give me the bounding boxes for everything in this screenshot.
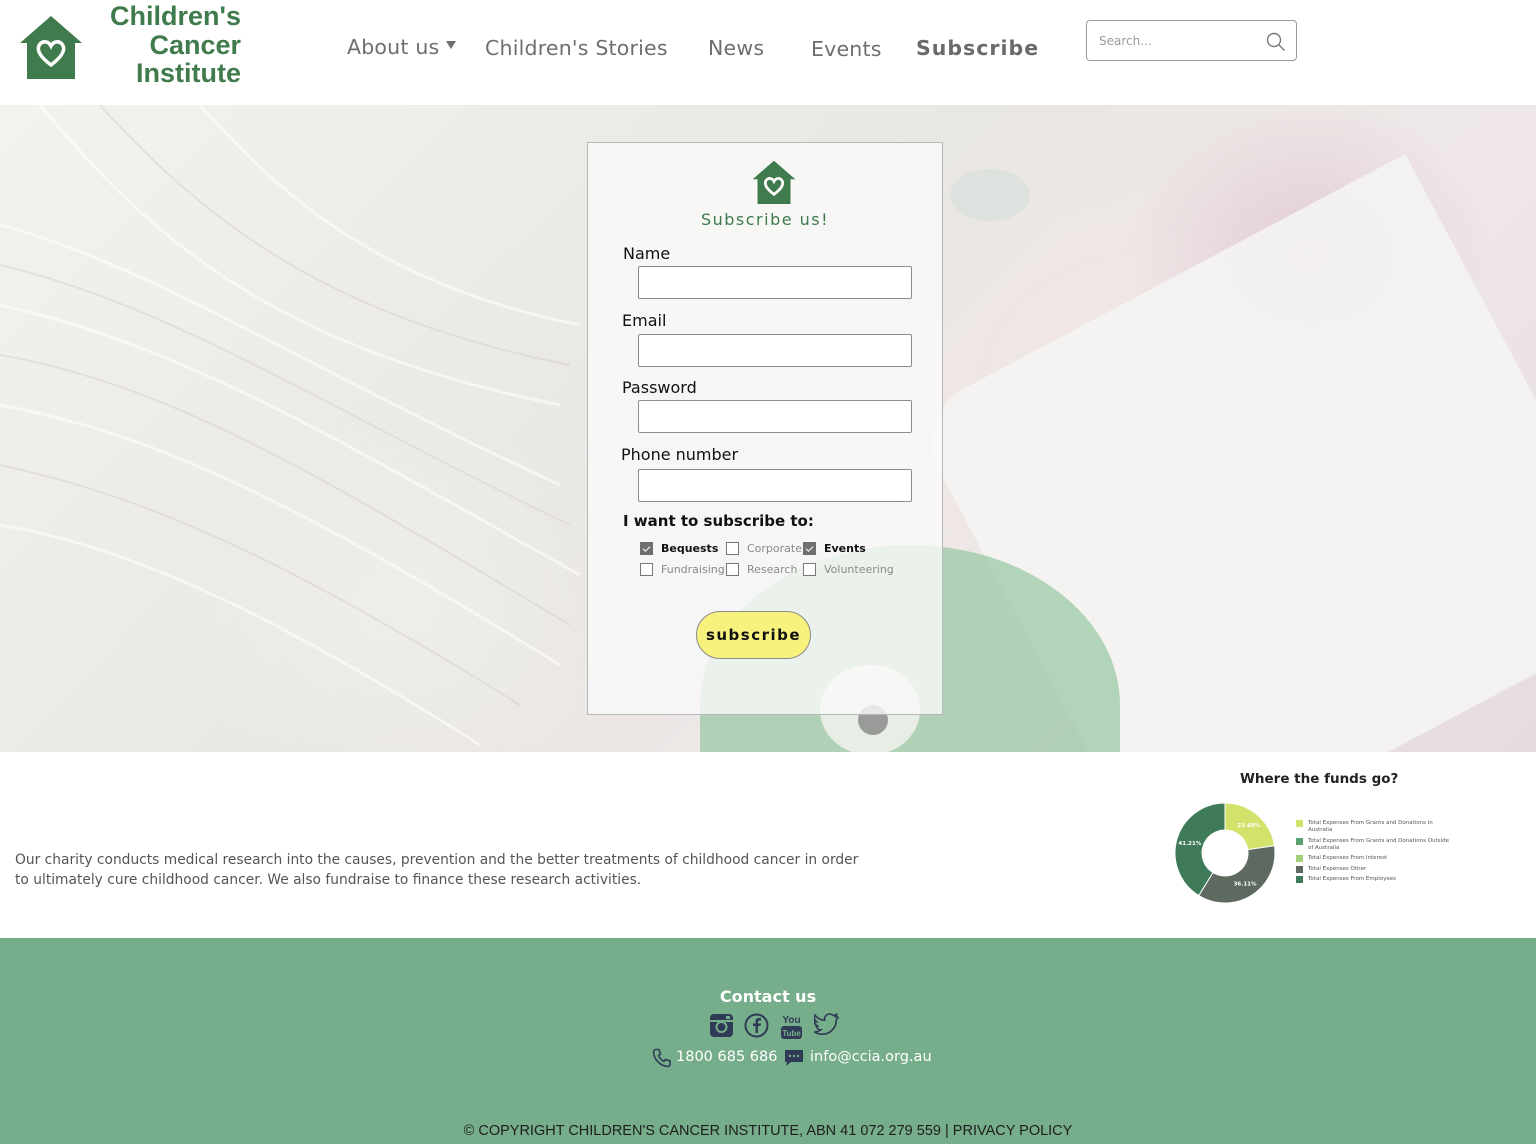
site-logo[interactable]: Children's Cancer Institute xyxy=(19,2,241,88)
search-input[interactable] xyxy=(1099,31,1259,51)
phone-icon xyxy=(652,1048,671,1068)
charity-description: Our charity conducts medical research in… xyxy=(15,852,859,888)
slice-label: 36.11% xyxy=(1234,881,1257,887)
search-icon[interactable] xyxy=(1266,32,1286,52)
legend-swatch xyxy=(1296,837,1303,845)
checkbox-checked[interactable] xyxy=(640,542,653,555)
name-label: Name xyxy=(623,244,671,263)
legend-label: Total Expenses From Grants and Donations… xyxy=(1308,837,1450,851)
nav-childrens-stories[interactable]: Children's Stories xyxy=(485,36,668,60)
instagram-icon[interactable] xyxy=(709,1013,734,1038)
checkbox-events[interactable]: Events xyxy=(803,542,866,555)
checkbox-volunteering[interactable]: Volunteering xyxy=(803,563,894,576)
nav-news[interactable]: News xyxy=(708,36,764,60)
checkbox-unchecked[interactable] xyxy=(726,542,739,555)
legend-label: Total Expenses From Interest xyxy=(1308,855,1388,861)
funds-chart: Where the funds go? 22.68% 36.11% 41.21% T… xyxy=(1170,768,1460,928)
logo-line: Institute xyxy=(136,58,241,88)
site-footer: Contact us You Tube 1800 685 686 info@cc… xyxy=(0,938,1536,1144)
phone-label: Phone number xyxy=(621,445,739,464)
subscribe-button[interactable]: subscribe xyxy=(696,611,811,659)
checkbox-unchecked[interactable] xyxy=(803,563,816,576)
legend-item: Total Expenses Other xyxy=(1296,865,1456,873)
subscribe-form: Subscribe us! Name Email Password Phone … xyxy=(587,142,943,715)
checkbox-unchecked[interactable] xyxy=(640,563,653,576)
checkbox-label: Events xyxy=(824,542,866,555)
checkbox-research[interactable]: Research xyxy=(726,563,797,576)
password-label: Password xyxy=(622,378,697,397)
nav-subscribe[interactable]: Subscribe xyxy=(916,36,1039,60)
phone-field[interactable] xyxy=(638,469,912,502)
slice-label: 41.21% xyxy=(1178,841,1201,847)
chart-legend: Total Expenses From Grants and Donations… xyxy=(1296,820,1456,887)
email-label: Email xyxy=(622,311,667,330)
site-header: Children's Cancer Institute About us Chi… xyxy=(0,0,1536,105)
checkbox-corporate[interactable]: Corporate xyxy=(726,542,802,555)
checkbox-checked[interactable] xyxy=(803,542,816,555)
legend-label: Total Expenses From Grants and Donations… xyxy=(1308,820,1433,833)
checkbox-label: Fundraising xyxy=(661,563,725,576)
email-field[interactable] xyxy=(638,334,912,367)
legend-swatch xyxy=(1296,855,1303,862)
svg-text:Tube: Tube xyxy=(782,1029,801,1038)
chevron-down-icon[interactable] xyxy=(446,41,456,49)
logo-line: Cancer xyxy=(149,29,241,60)
chart-title: Where the funds go? xyxy=(1240,771,1399,787)
legend-swatch xyxy=(1296,820,1303,827)
nav-about-us[interactable]: About us xyxy=(347,35,439,59)
checkbox-label: Bequests xyxy=(661,542,719,555)
contact-title: Contact us xyxy=(719,987,817,1006)
twitter-icon[interactable] xyxy=(814,1013,839,1035)
youtube-icon[interactable]: You Tube xyxy=(779,1013,804,1040)
checkbox-unchecked[interactable] xyxy=(726,563,739,576)
nav-events[interactable]: Events xyxy=(811,37,882,61)
donut-chart: 22.68% 36.11% 41.21% xyxy=(1174,802,1276,904)
logo-text: Children's Cancer Institute xyxy=(71,2,241,88)
legend-item: Total Expenses From Interest xyxy=(1296,855,1456,862)
password-field[interactable] xyxy=(638,400,912,433)
info-section: Our charity conducts medical research in… xyxy=(0,752,1536,938)
subscribe-options-label: I want to subscribe to: xyxy=(623,512,814,530)
form-title: Subscribe us! xyxy=(700,210,830,229)
legend-label: Total Expenses From Employees xyxy=(1308,876,1397,882)
checkbox-fundraising[interactable]: Fundraising xyxy=(640,563,725,576)
legend-item: Total Expenses From Grants and Donations… xyxy=(1296,820,1456,834)
checkbox-bequests[interactable]: Bequests xyxy=(640,542,718,555)
legend-swatch xyxy=(1296,865,1303,873)
email-link[interactable]: info@ccia.org.au xyxy=(810,1049,932,1065)
legend-item: Total Expenses From Grants and Donations… xyxy=(1296,837,1456,852)
search-box[interactable] xyxy=(1086,20,1297,61)
checkbox-label: Corporate xyxy=(747,542,802,555)
checkbox-label: Research xyxy=(747,563,798,576)
phone-number[interactable]: 1800 685 686 xyxy=(676,1049,777,1065)
message-icon xyxy=(785,1050,803,1066)
slice-label: 22.68% xyxy=(1237,823,1260,829)
logo-line: Children's xyxy=(110,1,241,31)
house-heart-icon xyxy=(752,160,796,204)
checkbox-label: Volunteering xyxy=(824,563,894,576)
copyright-text: © COPYRIGHT CHILDREN'S CANCER INSTITUTE,… xyxy=(463,1123,1073,1139)
legend-item: Total Expenses From Employees xyxy=(1296,876,1456,883)
facebook-icon[interactable] xyxy=(744,1013,769,1038)
name-field[interactable] xyxy=(638,266,912,299)
svg-text:You: You xyxy=(782,1015,800,1026)
legend-swatch xyxy=(1296,876,1303,883)
legend-label: Total Expenses Other xyxy=(1308,865,1367,872)
